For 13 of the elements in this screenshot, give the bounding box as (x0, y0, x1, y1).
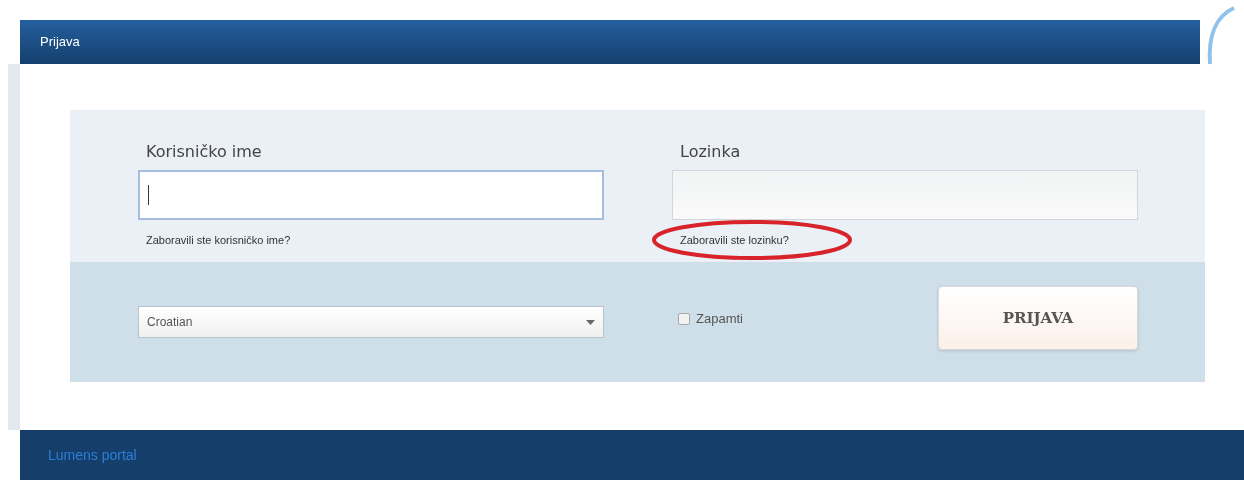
field-label: Korisničko ime (146, 141, 263, 163)
footer-text: Lumens portal (48, 445, 137, 465)
remember-label: Zapamti (696, 310, 743, 329)
login-button[interactable]: PRIJAVA (938, 286, 1138, 350)
input-field[interactable] (138, 170, 604, 220)
text-cursor-icon (148, 185, 149, 205)
caret-icon (586, 319, 595, 325)
header-title: Prijava (40, 33, 80, 52)
language-select[interactable]: Croatian (138, 306, 604, 338)
field-label: Lozinka (680, 141, 742, 163)
remember-checkbox[interactable] (678, 313, 690, 325)
input-field[interactable] (672, 170, 1138, 220)
forgot-link[interactable]: Zaboravili ste korisničko ime? (146, 232, 291, 249)
